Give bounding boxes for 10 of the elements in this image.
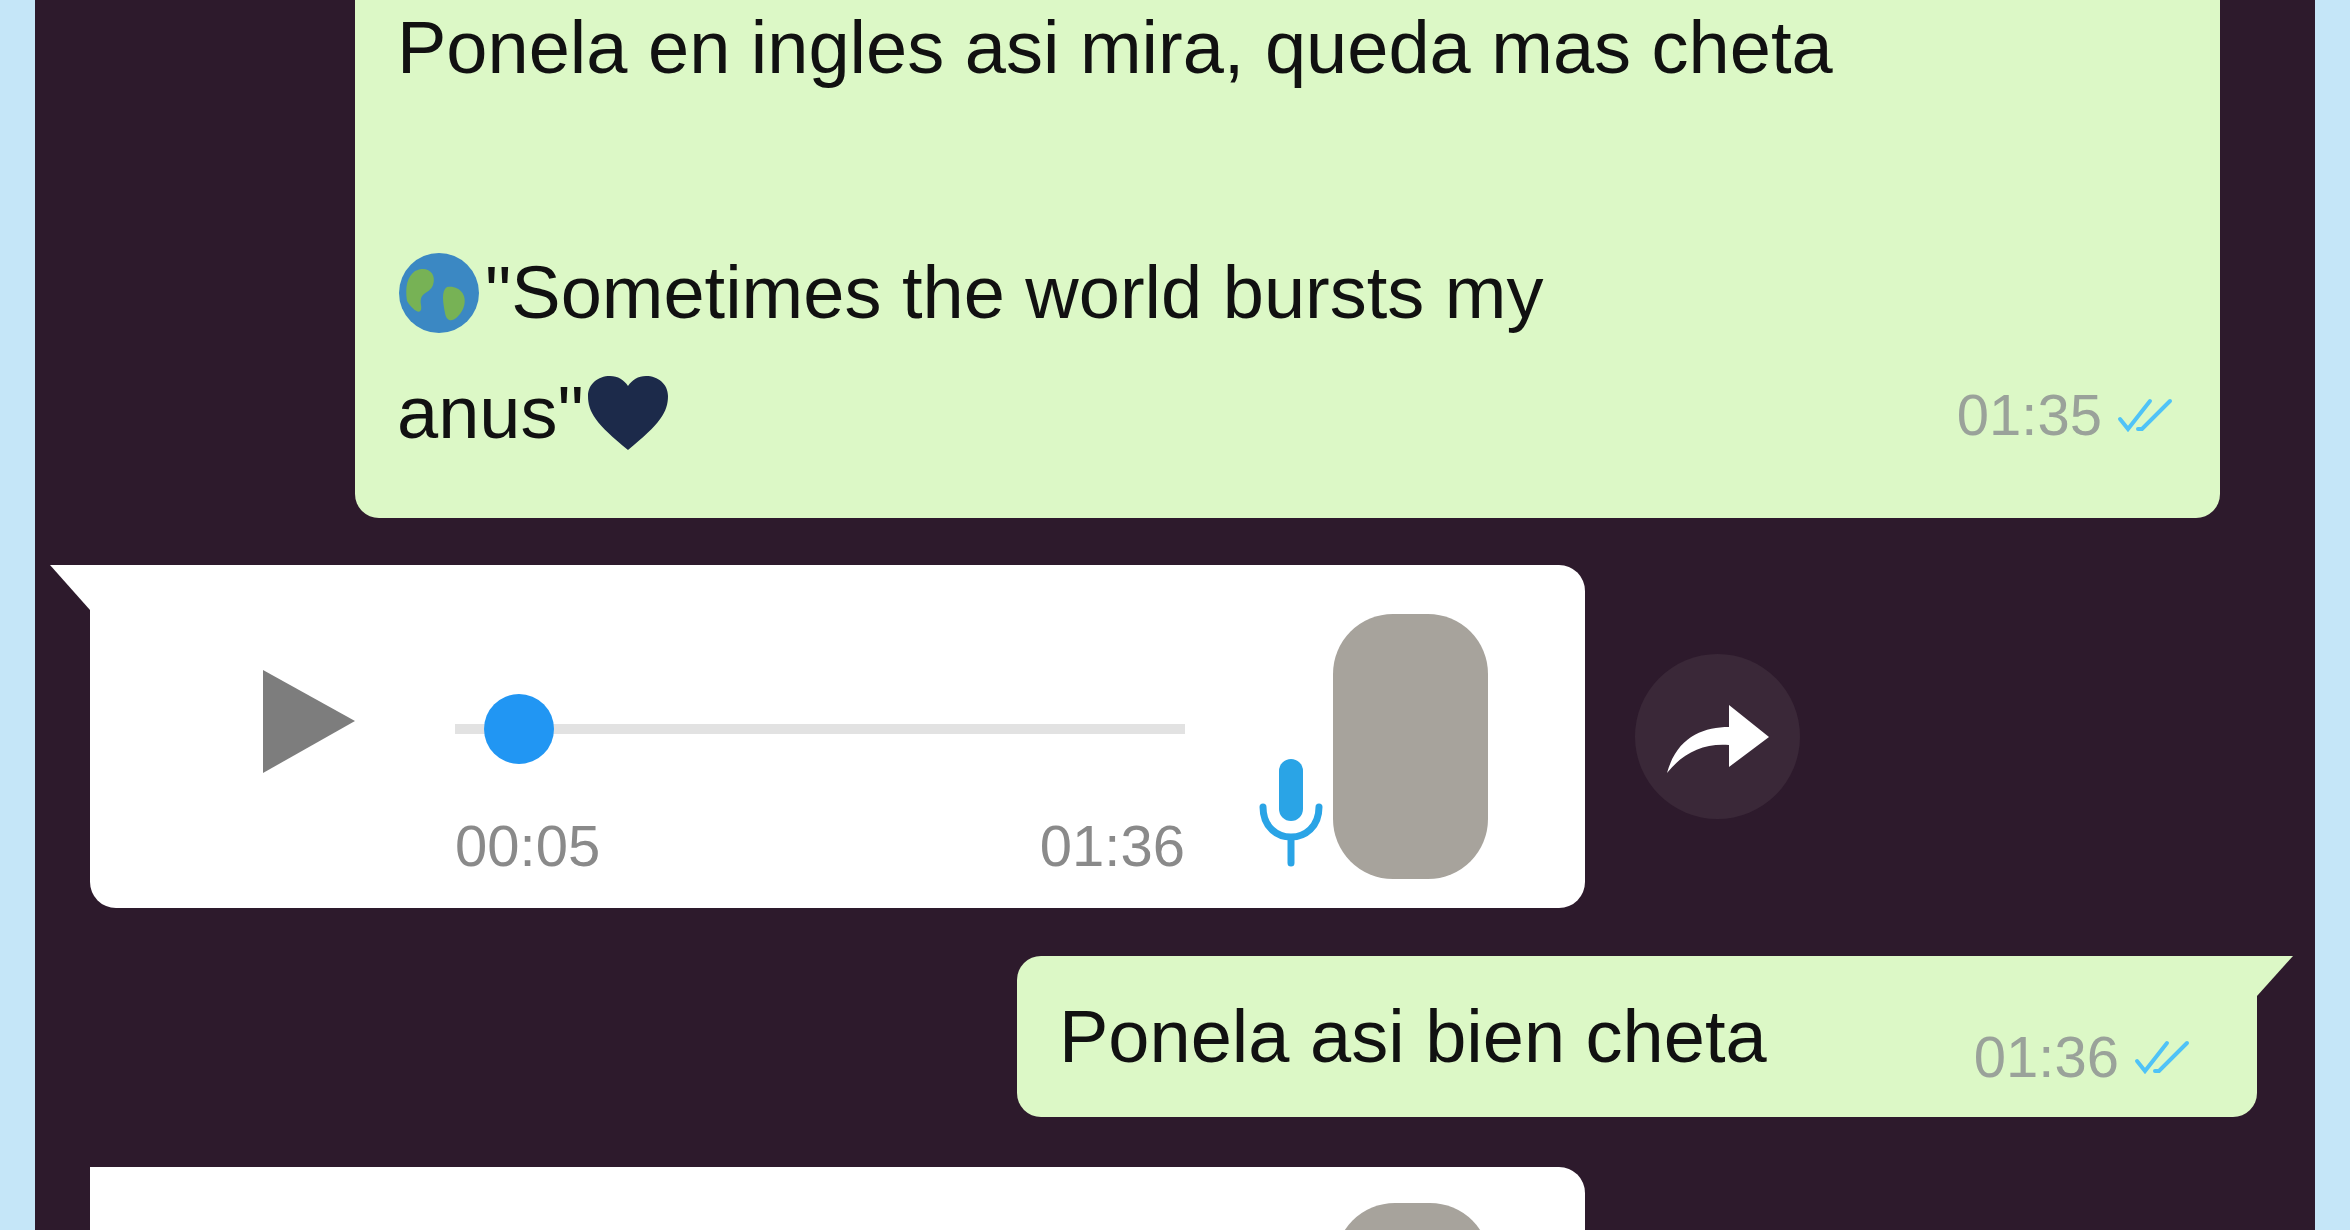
message-time: 01:36 — [1973, 1023, 2119, 1091]
message-text: Ponela asi bien cheta — [1059, 994, 1767, 1080]
globe-icon — [397, 251, 481, 335]
message-text: Ponela en ingles asi mira, queda mas cheta — [397, 5, 1834, 91]
message-time: 01:36 — [1039, 812, 1185, 880]
audio-position: 00:05 — [455, 812, 601, 880]
message-text: anus" — [397, 370, 584, 456]
message-time: 01:35 — [1956, 381, 2102, 449]
message-text: "Sometimes the world bursts my — [485, 250, 1544, 336]
heart-icon — [585, 374, 670, 452]
